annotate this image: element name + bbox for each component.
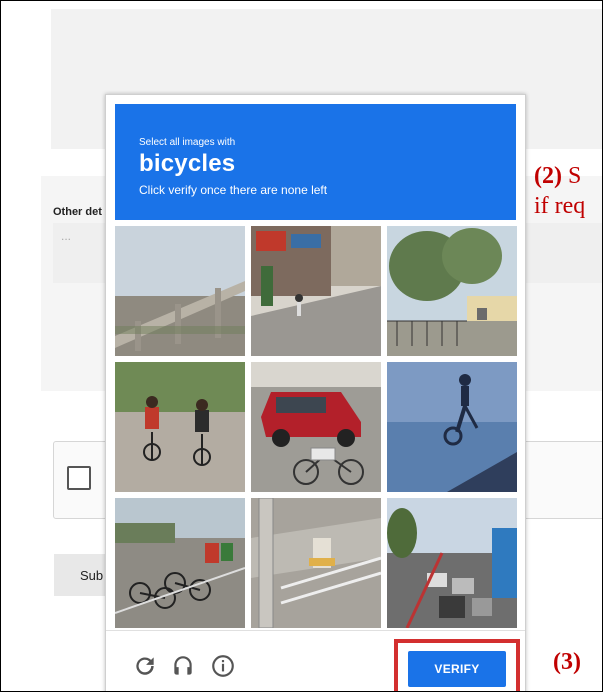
captcha-tile-8[interactable] (251, 498, 381, 628)
captcha-target: bicycles (139, 150, 236, 177)
step-2-annotation: (2) S if req (534, 161, 585, 221)
captcha-tile-5[interactable] (251, 362, 381, 492)
captcha-tile-6[interactable] (387, 362, 517, 492)
captcha-footer: VERIFY (106, 630, 525, 691)
verify-highlight-box: VERIFY (394, 639, 520, 691)
other-details-label: Other det (53, 206, 102, 218)
step-3-annotation: (3) (553, 649, 581, 675)
captcha-tile-7[interactable] (115, 498, 245, 628)
verify-button[interactable]: VERIFY (408, 651, 506, 687)
captcha-instruction: Select all images with (139, 137, 236, 148)
captcha-tile-4[interactable] (115, 362, 245, 492)
captcha-tile-2[interactable] (251, 226, 381, 356)
step-2-text-line2: if req (534, 193, 586, 219)
info-icon[interactable] (210, 653, 236, 679)
step-2-text: S (561, 163, 582, 189)
recaptcha-checkbox[interactable] (67, 466, 91, 490)
captcha-tile-1[interactable] (115, 226, 245, 356)
captcha-tile-9[interactable] (387, 498, 517, 628)
captcha-challenge: Select all images with bicycles Click ve… (105, 94, 526, 691)
step-2-number: (2) (534, 163, 562, 189)
page-frame: Other det ... Sub (2) S if req (3) Selec… (0, 0, 603, 692)
captcha-tile-3[interactable] (387, 226, 517, 356)
reload-icon[interactable] (132, 653, 158, 679)
captcha-header: Select all images with bicycles Click ve… (115, 104, 516, 220)
captcha-image-grid (115, 226, 518, 630)
audio-icon[interactable] (170, 653, 196, 679)
captcha-note: Click verify once there are none left (139, 183, 328, 197)
